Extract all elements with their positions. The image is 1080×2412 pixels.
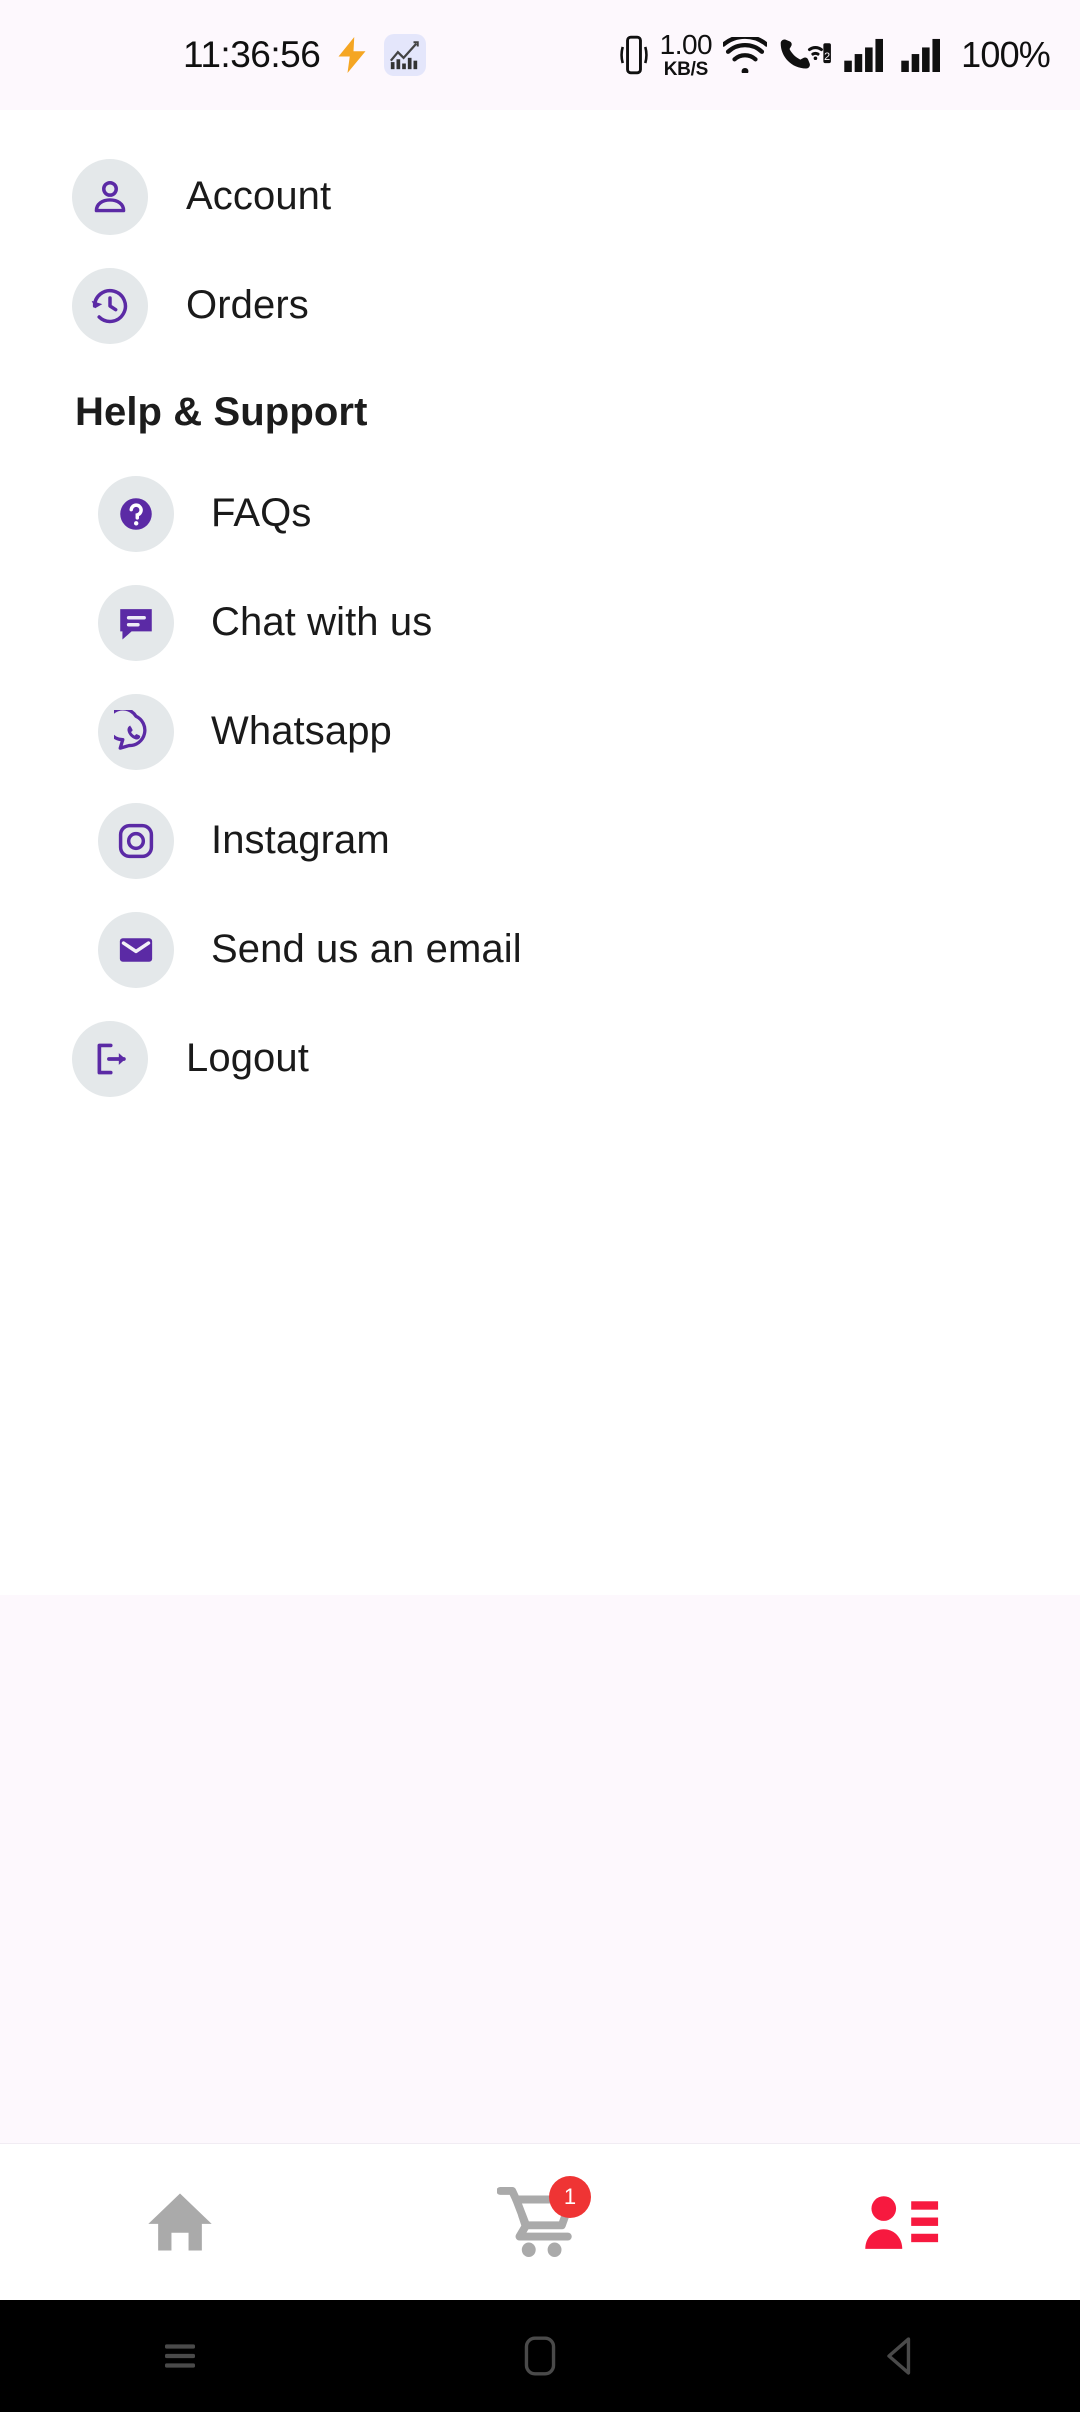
recents-icon	[165, 2344, 195, 2368]
back-triangle-icon	[887, 2337, 911, 2375]
android-navigation-bar	[0, 2300, 1080, 2412]
empty-area	[0, 1595, 1080, 2143]
svg-text:2: 2	[824, 51, 830, 63]
wifi-icon	[723, 37, 768, 73]
home-square-icon	[524, 2336, 556, 2376]
status-bar: 11:36:56 1.00 KB/S 2 100%	[0, 0, 1080, 110]
android-back-button[interactable]	[720, 2334, 1080, 2378]
menu-item-orders[interactable]: Orders	[0, 251, 1080, 360]
status-bar-right: 1.00 KB/S 2 100%	[619, 0, 1051, 110]
signal-bars-icon	[901, 38, 941, 72]
menu-item-account[interactable]: Account	[0, 142, 1080, 251]
whatsapp-icon	[98, 693, 174, 770]
lightning-bolt-icon	[338, 37, 366, 73]
bottom-nav-home[interactable]	[0, 2144, 360, 2300]
home-icon	[148, 2193, 212, 2251]
network-speed: 1.00 KB/S	[659, 29, 713, 80]
menu-item-instagram[interactable]: Instagram	[0, 786, 1080, 895]
chart-app-icon	[384, 34, 427, 76]
menu-item-label: Chat with us	[211, 600, 433, 644]
menu-content: Account Orders Help & Support FAQs Chat …	[0, 110, 1080, 1595]
cart-icon-wrapper: 1	[496, 2176, 591, 2262]
menu-item-label: Send us an email	[211, 927, 522, 971]
vowifi-call-icon: 2	[780, 39, 832, 69]
menu-item-label: Instagram	[211, 818, 390, 862]
order-history-clock-icon	[72, 267, 148, 344]
android-recents-button[interactable]	[0, 2336, 360, 2376]
menu-item-send-us-an-email[interactable]: Send us an email	[0, 895, 1080, 1004]
person-icon	[72, 158, 148, 235]
status-bar-clock: 11:36:56	[183, 34, 321, 75]
status-bar-left: 11:36:56	[183, 0, 427, 110]
section-title-help-support: Help & Support	[75, 390, 368, 434]
menu-item-faqs[interactable]: FAQs	[0, 459, 1080, 568]
envelope-icon	[98, 911, 174, 988]
menu-item-chat-with-us[interactable]: Chat with us	[0, 568, 1080, 677]
bottom-navigation-bar: 1	[0, 2143, 1080, 2300]
menu-item-label: Whatsapp	[211, 709, 392, 753]
menu-item-whatsapp[interactable]: Whatsapp	[0, 677, 1080, 786]
bottom-nav-cart[interactable]: 1	[360, 2144, 720, 2300]
menu-item-label: FAQs	[211, 491, 312, 535]
cart-badge: 1	[549, 2176, 591, 2218]
menu-item-label: Logout	[186, 1036, 309, 1080]
battery-percentage: 100%	[961, 34, 1051, 75]
android-home-button[interactable]	[360, 2334, 720, 2378]
menu-item-logout[interactable]: Logout	[0, 1004, 1080, 1113]
chat-bubble-icon	[98, 584, 174, 661]
question-mark-circle-icon	[98, 475, 174, 552]
phone-screen: 11:36:56 1.00 KB/S 2 100% Account Orders…	[0, 0, 1080, 2412]
profile-list-icon	[865, 2196, 939, 2249]
vibrate-icon	[619, 35, 648, 75]
logout-icon	[72, 1020, 148, 1097]
bottom-nav-profile[interactable]	[720, 2144, 1080, 2300]
instagram-icon	[98, 802, 174, 879]
menu-item-label: Account	[186, 174, 332, 218]
signal-bars-icon	[844, 38, 884, 72]
menu-item-label: Orders	[186, 283, 309, 327]
